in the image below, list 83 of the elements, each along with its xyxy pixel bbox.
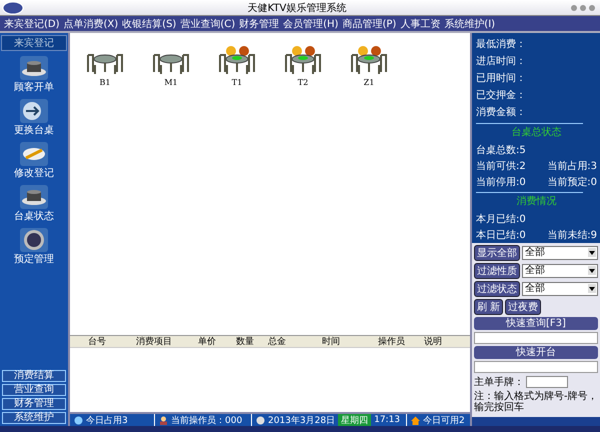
menu-item[interactable]: 点单消费(X): [64, 16, 118, 30]
sidebar-section-button[interactable]: 消费结算: [2, 370, 66, 382]
filter-dropdown[interactable]: 全部: [522, 264, 598, 278]
today-available: 今日可用2: [423, 414, 465, 426]
menu-item[interactable]: 财务管理: [239, 16, 280, 30]
tag-label: 主单手牌：: [474, 376, 524, 389]
sidebar-item[interactable]: 更换台桌: [14, 123, 54, 137]
house-icon: [411, 416, 420, 424]
info-label: 已用时间：: [476, 72, 527, 85]
room-label: T1: [232, 78, 242, 87]
menu-item[interactable]: 收银结算(S): [122, 16, 176, 30]
filter-dropdown[interactable]: 全部: [522, 246, 598, 260]
stat-text: 本月已结:0: [476, 212, 527, 226]
stat-text: 台桌总数:5: [476, 144, 527, 157]
quick-open-field[interactable]: [474, 361, 598, 373]
stat-text: 当前未结:9: [547, 228, 597, 242]
section-title: 台桌总状态: [510, 126, 562, 139]
occupied-table-icon[interactable]: [283, 45, 323, 75]
filter-button[interactable]: 过滤状态: [474, 281, 520, 297]
info-label: 进店时间：: [476, 54, 527, 68]
sidebar-item[interactable]: 顾客开单: [14, 80, 54, 94]
column-header[interactable]: 单价: [198, 335, 236, 348]
room-label: B1: [100, 78, 110, 87]
pot-icon[interactable]: [20, 185, 48, 209]
person-icon: [159, 416, 168, 424]
stat-text: 当前占用:3: [547, 160, 597, 173]
swap-icon[interactable]: [20, 99, 48, 123]
stat-text: 本日已结:0: [476, 228, 526, 242]
caret-icon: [589, 286, 595, 290]
column-header[interactable]: 操作员: [378, 335, 424, 348]
menu-item[interactable]: 系统维护(I): [444, 16, 496, 30]
tag-field[interactable]: [526, 376, 568, 388]
occupied-table-icon[interactable]: [217, 45, 257, 75]
column-header[interactable]: 时间: [322, 335, 378, 348]
menu-item[interactable]: 人事工资: [400, 16, 440, 30]
today-occupied: 今日占用3: [86, 414, 128, 426]
column-header[interactable]: 总金: [268, 335, 322, 348]
quick-query-bar[interactable]: 快速查询[F3]: [474, 317, 598, 330]
stat-text: 当前可供:2: [476, 160, 526, 173]
action-button[interactable]: 过夜费: [505, 299, 542, 315]
room-label: M1: [164, 78, 178, 87]
caret-icon: [589, 268, 595, 272]
window-controls-icon[interactable]: [570, 4, 596, 12]
menu-item[interactable]: 会员管理(H): [283, 16, 338, 30]
pot-icon[interactable]: [20, 56, 48, 80]
menu-item[interactable]: 商品管理(P): [342, 16, 396, 30]
occupied-table-icon[interactable]: [349, 45, 389, 75]
time-text: 17:13: [374, 415, 400, 425]
window-title: 天健KTV娱乐管理系统: [246, 2, 348, 14]
plate-icon[interactable]: [20, 228, 48, 252]
quick-query-field[interactable]: [474, 332, 598, 344]
app-logo-icon: [2, 0, 24, 14]
sidebar-section-button[interactable]: 系统维护: [2, 412, 66, 424]
sidebar-item[interactable]: 修改登记: [14, 166, 54, 180]
sidebar-section-button[interactable]: 营业查询: [2, 384, 66, 396]
info-label: 消费金额：: [476, 106, 527, 119]
caret-icon: [589, 250, 595, 254]
column-header[interactable]: 说明: [424, 335, 442, 348]
action-button[interactable]: 刷 新: [474, 299, 504, 315]
filter-button[interactable]: 显示全部: [474, 245, 520, 261]
note-text: 注：输入格式为牌号-牌号，输完按回车: [474, 391, 598, 415]
section-title: 消费情况: [516, 194, 558, 208]
weekday-badge: 星期四: [338, 414, 372, 426]
sidebar-header[interactable]: 来宾登记: [1, 35, 67, 51]
column-header[interactable]: 台号: [88, 335, 136, 348]
filter-dropdown[interactable]: 全部: [522, 282, 598, 296]
menu-item[interactable]: 来宾登记(D): [4, 16, 60, 30]
current-operator: 当前操作员：000: [171, 414, 242, 426]
sidebar-item[interactable]: 预定管理: [14, 252, 54, 266]
room-label: T2: [298, 78, 308, 87]
room-label: Z1: [364, 78, 374, 87]
quick-open-bar[interactable]: 快速开台: [474, 346, 598, 359]
column-header[interactable]: 消费项目: [136, 335, 198, 348]
column-header[interactable]: 数量: [236, 335, 268, 348]
date-text: 2013年3月28日: [268, 414, 336, 426]
sidebar-section-button[interactable]: 财务管理: [2, 398, 66, 410]
filter-button[interactable]: 过滤性质: [474, 263, 520, 279]
stat-text: 当前停用:0: [476, 176, 526, 189]
stat-text: 当前预定:0: [547, 176, 597, 189]
info-label: 最低消费：: [476, 38, 527, 51]
info-label: 已交押金：: [476, 88, 527, 102]
menu-item[interactable]: 营业查询(C): [180, 16, 236, 30]
sidebar-item[interactable]: 台桌状态: [14, 209, 54, 223]
